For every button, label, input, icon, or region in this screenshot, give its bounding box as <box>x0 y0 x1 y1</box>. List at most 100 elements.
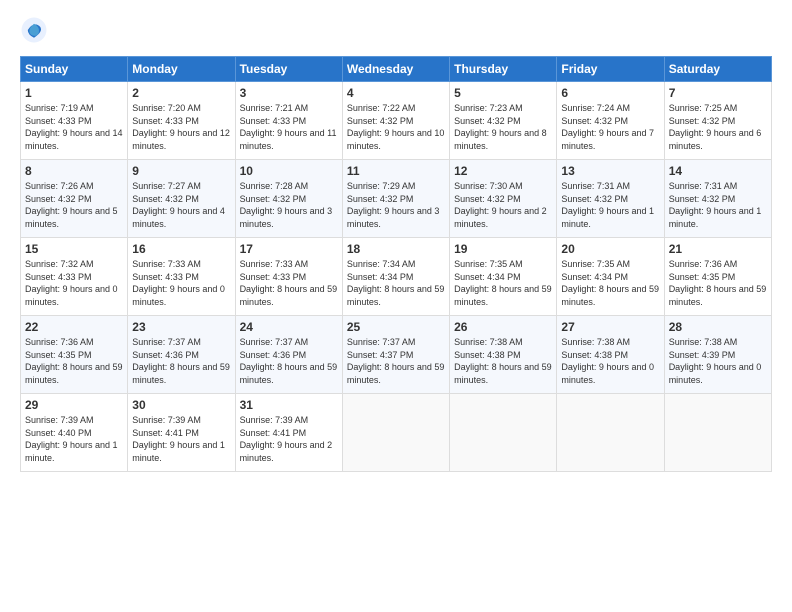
page: SundayMondayTuesdayWednesdayThursdayFrid… <box>0 0 792 482</box>
day-number: 21 <box>669 242 767 256</box>
day-number: 15 <box>25 242 123 256</box>
cell-info: Sunrise: 7:21 AM Sunset: 4:33 PM Dayligh… <box>240 102 338 152</box>
cell-info: Sunrise: 7:31 AM Sunset: 4:32 PM Dayligh… <box>561 180 659 230</box>
day-number: 28 <box>669 320 767 334</box>
calendar-table: SundayMondayTuesdayWednesdayThursdayFrid… <box>20 56 772 472</box>
cell-info: Sunrise: 7:33 AM Sunset: 4:33 PM Dayligh… <box>132 258 230 308</box>
day-number: 9 <box>132 164 230 178</box>
cell-info: Sunrise: 7:27 AM Sunset: 4:32 PM Dayligh… <box>132 180 230 230</box>
day-number: 22 <box>25 320 123 334</box>
cell-info: Sunrise: 7:25 AM Sunset: 4:32 PM Dayligh… <box>669 102 767 152</box>
day-number: 20 <box>561 242 659 256</box>
day-cell: 1 Sunrise: 7:19 AM Sunset: 4:33 PM Dayli… <box>21 82 128 160</box>
cell-info: Sunrise: 7:28 AM Sunset: 4:32 PM Dayligh… <box>240 180 338 230</box>
day-number: 25 <box>347 320 445 334</box>
day-cell: 25 Sunrise: 7:37 AM Sunset: 4:37 PM Dayl… <box>342 316 449 394</box>
day-header-friday: Friday <box>557 57 664 82</box>
cell-info: Sunrise: 7:38 AM Sunset: 4:38 PM Dayligh… <box>561 336 659 386</box>
day-cell: 17 Sunrise: 7:33 AM Sunset: 4:33 PM Dayl… <box>235 238 342 316</box>
day-cell <box>557 394 664 472</box>
header-row: SundayMondayTuesdayWednesdayThursdayFrid… <box>21 57 772 82</box>
day-number: 14 <box>669 164 767 178</box>
day-cell: 13 Sunrise: 7:31 AM Sunset: 4:32 PM Dayl… <box>557 160 664 238</box>
cell-info: Sunrise: 7:19 AM Sunset: 4:33 PM Dayligh… <box>25 102 123 152</box>
day-cell: 4 Sunrise: 7:22 AM Sunset: 4:32 PM Dayli… <box>342 82 449 160</box>
day-number: 6 <box>561 86 659 100</box>
day-header-sunday: Sunday <box>21 57 128 82</box>
day-cell: 14 Sunrise: 7:31 AM Sunset: 4:32 PM Dayl… <box>664 160 771 238</box>
day-cell: 7 Sunrise: 7:25 AM Sunset: 4:32 PM Dayli… <box>664 82 771 160</box>
day-cell <box>664 394 771 472</box>
day-number: 31 <box>240 398 338 412</box>
day-number: 11 <box>347 164 445 178</box>
cell-info: Sunrise: 7:32 AM Sunset: 4:33 PM Dayligh… <box>25 258 123 308</box>
cell-info: Sunrise: 7:38 AM Sunset: 4:38 PM Dayligh… <box>454 336 552 386</box>
day-cell: 9 Sunrise: 7:27 AM Sunset: 4:32 PM Dayli… <box>128 160 235 238</box>
cell-info: Sunrise: 7:35 AM Sunset: 4:34 PM Dayligh… <box>454 258 552 308</box>
day-header-wednesday: Wednesday <box>342 57 449 82</box>
day-number: 5 <box>454 86 552 100</box>
cell-info: Sunrise: 7:29 AM Sunset: 4:32 PM Dayligh… <box>347 180 445 230</box>
cell-info: Sunrise: 7:23 AM Sunset: 4:32 PM Dayligh… <box>454 102 552 152</box>
day-number: 12 <box>454 164 552 178</box>
cell-info: Sunrise: 7:20 AM Sunset: 4:33 PM Dayligh… <box>132 102 230 152</box>
day-number: 23 <box>132 320 230 334</box>
day-cell: 22 Sunrise: 7:36 AM Sunset: 4:35 PM Dayl… <box>21 316 128 394</box>
day-cell <box>450 394 557 472</box>
day-cell: 12 Sunrise: 7:30 AM Sunset: 4:32 PM Dayl… <box>450 160 557 238</box>
day-header-monday: Monday <box>128 57 235 82</box>
day-cell <box>342 394 449 472</box>
cell-info: Sunrise: 7:37 AM Sunset: 4:36 PM Dayligh… <box>132 336 230 386</box>
day-number: 1 <box>25 86 123 100</box>
day-number: 10 <box>240 164 338 178</box>
day-number: 29 <box>25 398 123 412</box>
cell-info: Sunrise: 7:38 AM Sunset: 4:39 PM Dayligh… <box>669 336 767 386</box>
week-row-5: 29 Sunrise: 7:39 AM Sunset: 4:40 PM Dayl… <box>21 394 772 472</box>
day-cell: 19 Sunrise: 7:35 AM Sunset: 4:34 PM Dayl… <box>450 238 557 316</box>
day-cell: 31 Sunrise: 7:39 AM Sunset: 4:41 PM Dayl… <box>235 394 342 472</box>
day-number: 13 <box>561 164 659 178</box>
day-number: 26 <box>454 320 552 334</box>
cell-info: Sunrise: 7:36 AM Sunset: 4:35 PM Dayligh… <box>25 336 123 386</box>
day-cell: 26 Sunrise: 7:38 AM Sunset: 4:38 PM Dayl… <box>450 316 557 394</box>
day-cell: 6 Sunrise: 7:24 AM Sunset: 4:32 PM Dayli… <box>557 82 664 160</box>
day-cell: 15 Sunrise: 7:32 AM Sunset: 4:33 PM Dayl… <box>21 238 128 316</box>
cell-info: Sunrise: 7:33 AM Sunset: 4:33 PM Dayligh… <box>240 258 338 308</box>
cell-info: Sunrise: 7:39 AM Sunset: 4:40 PM Dayligh… <box>25 414 123 464</box>
day-cell: 28 Sunrise: 7:38 AM Sunset: 4:39 PM Dayl… <box>664 316 771 394</box>
cell-info: Sunrise: 7:35 AM Sunset: 4:34 PM Dayligh… <box>561 258 659 308</box>
day-number: 7 <box>669 86 767 100</box>
day-cell: 11 Sunrise: 7:29 AM Sunset: 4:32 PM Dayl… <box>342 160 449 238</box>
day-number: 2 <box>132 86 230 100</box>
day-header-saturday: Saturday <box>664 57 771 82</box>
day-number: 19 <box>454 242 552 256</box>
cell-info: Sunrise: 7:31 AM Sunset: 4:32 PM Dayligh… <box>669 180 767 230</box>
day-header-thursday: Thursday <box>450 57 557 82</box>
cell-info: Sunrise: 7:39 AM Sunset: 4:41 PM Dayligh… <box>132 414 230 464</box>
day-number: 27 <box>561 320 659 334</box>
day-cell: 8 Sunrise: 7:26 AM Sunset: 4:32 PM Dayli… <box>21 160 128 238</box>
day-number: 17 <box>240 242 338 256</box>
cell-info: Sunrise: 7:24 AM Sunset: 4:32 PM Dayligh… <box>561 102 659 152</box>
day-number: 18 <box>347 242 445 256</box>
header <box>20 16 772 44</box>
day-cell: 2 Sunrise: 7:20 AM Sunset: 4:33 PM Dayli… <box>128 82 235 160</box>
cell-info: Sunrise: 7:30 AM Sunset: 4:32 PM Dayligh… <box>454 180 552 230</box>
week-row-1: 1 Sunrise: 7:19 AM Sunset: 4:33 PM Dayli… <box>21 82 772 160</box>
day-number: 16 <box>132 242 230 256</box>
day-number: 3 <box>240 86 338 100</box>
day-cell: 10 Sunrise: 7:28 AM Sunset: 4:32 PM Dayl… <box>235 160 342 238</box>
day-cell: 21 Sunrise: 7:36 AM Sunset: 4:35 PM Dayl… <box>664 238 771 316</box>
logo-icon <box>20 16 48 44</box>
cell-info: Sunrise: 7:36 AM Sunset: 4:35 PM Dayligh… <box>669 258 767 308</box>
week-row-4: 22 Sunrise: 7:36 AM Sunset: 4:35 PM Dayl… <box>21 316 772 394</box>
day-cell: 27 Sunrise: 7:38 AM Sunset: 4:38 PM Dayl… <box>557 316 664 394</box>
cell-info: Sunrise: 7:37 AM Sunset: 4:37 PM Dayligh… <box>347 336 445 386</box>
cell-info: Sunrise: 7:22 AM Sunset: 4:32 PM Dayligh… <box>347 102 445 152</box>
cell-info: Sunrise: 7:34 AM Sunset: 4:34 PM Dayligh… <box>347 258 445 308</box>
day-cell: 18 Sunrise: 7:34 AM Sunset: 4:34 PM Dayl… <box>342 238 449 316</box>
day-number: 30 <box>132 398 230 412</box>
cell-info: Sunrise: 7:26 AM Sunset: 4:32 PM Dayligh… <box>25 180 123 230</box>
day-cell: 5 Sunrise: 7:23 AM Sunset: 4:32 PM Dayli… <box>450 82 557 160</box>
cell-info: Sunrise: 7:39 AM Sunset: 4:41 PM Dayligh… <box>240 414 338 464</box>
